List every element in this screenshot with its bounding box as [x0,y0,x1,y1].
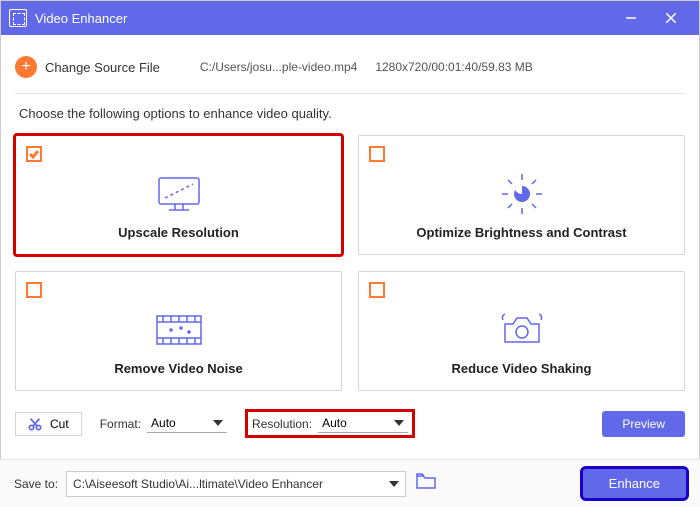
saveto-path: C:\Aiseesoft Studio\Ai...ltimate\Video E… [73,477,323,491]
caret-down-icon [213,420,223,426]
title-bar: Video Enhancer [1,1,699,35]
card-upscale-label: Upscale Resolution [118,225,239,240]
divider [15,93,685,94]
format-label: Format: [100,417,141,431]
open-folder-button[interactable] [416,473,436,494]
card-noise-label: Remove Video Noise [114,361,242,376]
card-remove-noise[interactable]: Remove Video Noise [15,271,342,391]
resolution-dropdown[interactable]: Auto [318,414,408,433]
caret-down-icon [389,481,399,487]
card-reduce-shaking[interactable]: Reduce Video Shaking [358,271,685,391]
checkbox-brightness[interactable] [369,146,385,162]
card-shaking-label: Reduce Video Shaking [452,361,592,376]
camera-icon [498,309,546,351]
cut-label: Cut [50,417,69,431]
saveto-label: Save to: [14,477,58,491]
card-brightness-contrast[interactable]: Optimize Brightness and Contrast [358,135,685,255]
change-source-button[interactable]: + Change Source File [15,56,160,78]
resolution-value: Auto [322,416,347,430]
caret-down-icon [394,420,404,426]
checkbox-upscale[interactable] [26,146,42,162]
cut-button[interactable]: Cut [15,412,82,436]
window-title: Video Enhancer [35,11,611,26]
card-brightness-label: Optimize Brightness and Contrast [416,225,626,240]
checkbox-noise[interactable] [26,282,42,298]
source-meta: 1280x720/00:01:40/59.83 MB [375,60,532,74]
format-value: Auto [151,416,176,430]
format-dropdown[interactable]: Auto [147,414,227,433]
resolution-label: Resolution: [252,417,312,431]
instruction-text: Choose the following options to enhance … [19,106,685,121]
app-icon [9,9,27,27]
sun-icon [498,173,546,215]
film-icon [155,309,203,351]
source-path: C:/Users/josu...ple-video.mp4 [200,60,357,74]
close-button[interactable] [651,1,691,35]
plus-icon: + [15,56,37,78]
change-source-label: Change Source File [45,60,160,75]
enhance-button[interactable]: Enhance [583,469,686,498]
preview-button[interactable]: Preview [602,411,685,437]
saveto-dropdown[interactable]: C:\Aiseesoft Studio\Ai...ltimate\Video E… [66,471,406,497]
source-row: + Change Source File C:/Users/josu...ple… [15,45,685,89]
monitor-icon [155,173,203,215]
checkbox-shaking[interactable] [369,282,385,298]
minimize-button[interactable] [611,1,651,35]
card-upscale-resolution[interactable]: Upscale Resolution [15,135,342,255]
